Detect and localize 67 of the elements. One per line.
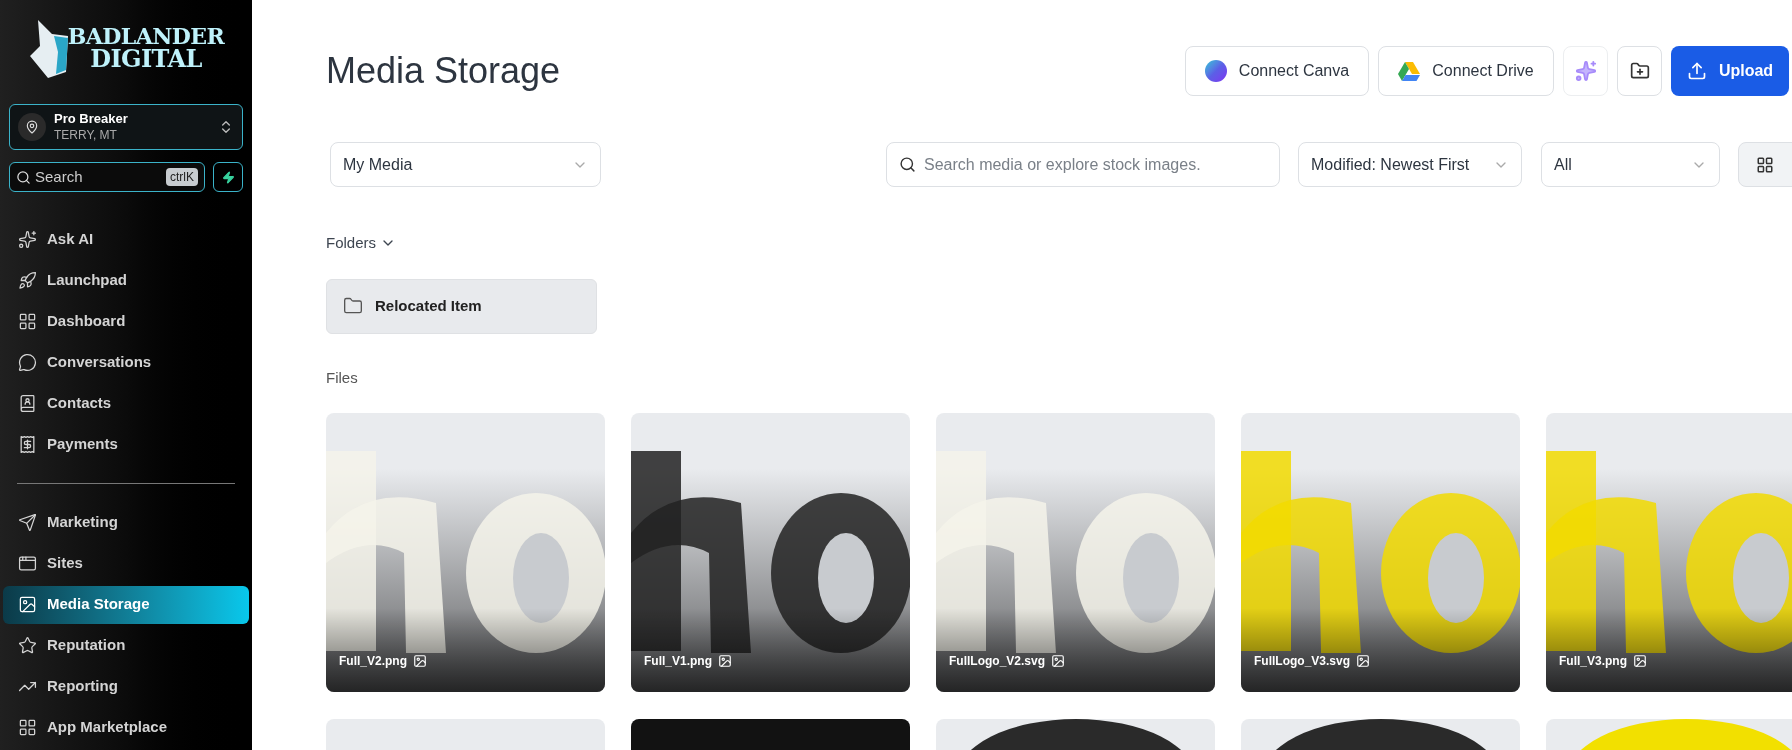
account-name: Pro Breaker [54, 111, 129, 128]
connect-drive-button[interactable]: Connect Drive [1378, 46, 1554, 96]
location-pin-icon [18, 113, 46, 141]
nav-item[interactable]: Dashboard [3, 302, 249, 341]
send-icon [18, 513, 37, 532]
file-name: Full_V1.png [644, 653, 712, 670]
image-icon [1633, 654, 1647, 668]
receipt-icon [18, 435, 37, 454]
search-input[interactable]: Search [35, 165, 162, 189]
drive-logo-icon [1398, 61, 1421, 81]
grid-icon [18, 312, 37, 331]
canva-logo-icon [1204, 60, 1227, 82]
account-location: TERRY, MT [54, 127, 118, 143]
folder-card[interactable]: Relocated Item [326, 278, 597, 334]
nav-item[interactable]: Reputation [3, 626, 249, 665]
image-icon [718, 654, 732, 668]
file-name: FullLogo_V3.svg [1254, 653, 1350, 670]
new-folder-button[interactable] [1617, 46, 1662, 96]
folder-icon [343, 296, 363, 316]
search-icon [899, 156, 916, 173]
page-title: Media Storage [326, 49, 561, 93]
search-input[interactable]: Search media or explore stock images. [924, 152, 1267, 177]
type-select[interactable]: All [1541, 142, 1720, 187]
nav-item[interactable]: Contacts [3, 384, 249, 423]
search-icon [16, 169, 31, 185]
contact-book-icon [18, 394, 37, 413]
grid-view-button[interactable] [1738, 142, 1792, 187]
nav-item[interactable]: Payments [3, 425, 249, 464]
file-name: Full_V2.png [339, 653, 407, 670]
folders-toggle[interactable]: Folders [326, 232, 397, 255]
chat-icon [18, 353, 37, 372]
ai-magic-button[interactable] [1563, 46, 1608, 96]
image-icon [18, 595, 37, 614]
location-select[interactable]: My Media [330, 142, 601, 187]
connect-canva-button[interactable]: Connect Canva [1185, 46, 1369, 96]
nav-item[interactable]: Reporting [3, 667, 249, 706]
nav-item[interactable]: Media Storage [3, 585, 249, 624]
image-icon [1356, 654, 1370, 668]
nav-item[interactable]: Marketing [3, 503, 249, 542]
image-icon [413, 654, 427, 668]
file-name: Full_V3.png [1559, 653, 1627, 670]
upload-icon [1686, 61, 1707, 81]
sparkle-icon [1574, 60, 1597, 82]
file-name: FullLogo_V2.svg [949, 653, 1045, 670]
quick-action-button[interactable] [213, 162, 243, 192]
section-label: Files [326, 367, 359, 388]
shortcut-hint: ctrlK [166, 168, 198, 186]
account-switcher[interactable]: Pro Breaker TERRY, MT [9, 104, 243, 150]
rocket-icon [18, 271, 37, 290]
grid-icon [18, 718, 37, 737]
sparkle-icon [18, 230, 37, 249]
sort-select[interactable]: Modified: Newest First [1298, 142, 1522, 187]
lightning-icon [221, 170, 235, 184]
star-icon [18, 636, 37, 655]
search-field[interactable]: Search ctrlK [9, 162, 205, 192]
nav-item[interactable]: Conversations [3, 343, 249, 382]
folder-plus-icon [1629, 61, 1650, 81]
search-field[interactable]: Search media or explore stock images. [886, 142, 1280, 187]
nav-item[interactable]: Sites [3, 544, 249, 583]
upload-button[interactable]: Upload [1671, 46, 1789, 96]
nav-item[interactable]: App Marketplace [3, 708, 249, 747]
image-icon [1051, 654, 1065, 668]
browser-window-icon [18, 554, 37, 573]
nav-item[interactable]: Ask AI [3, 220, 249, 259]
grid-icon [1756, 155, 1774, 174]
nav-item[interactable]: Launchpad [3, 261, 249, 300]
logo-wordmark: BADLANDER DIGITAL [67, 25, 225, 71]
